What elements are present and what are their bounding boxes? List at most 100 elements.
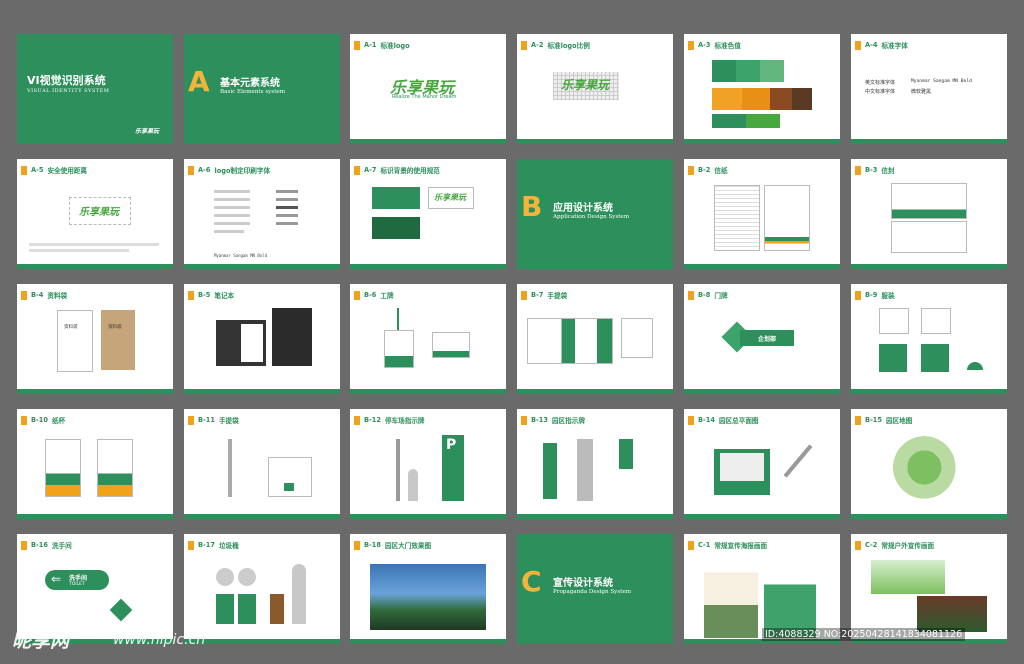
page-name: 纸杯 xyxy=(51,417,66,425)
pen xyxy=(228,439,232,497)
page-name: 资料袋 xyxy=(47,292,68,300)
page-card-b5[interactable]: B-5 笔记本 xyxy=(184,284,340,394)
section-b-card[interactable]: B 应用设计系统 Application Design System xyxy=(517,159,673,269)
card-footer-bar xyxy=(350,264,506,269)
cover-card[interactable]: VI视觉识别系统 VISUAL IDENTITY SYSTEM 乐享果玩 xyxy=(17,34,173,144)
page-card-b8[interactable]: B-8 门牌 企划部 xyxy=(684,284,840,394)
section-a-letter: A xyxy=(188,65,210,98)
page-card-b17[interactable]: B-17 垃圾桶 xyxy=(184,534,340,644)
page-header: B-8 门牌 xyxy=(688,290,728,300)
header-tag xyxy=(21,415,27,425)
restroom-arrow-icon: ⇐ xyxy=(51,572,62,586)
page-header: B-15 园区地图 xyxy=(855,415,912,425)
header-tag xyxy=(521,40,527,50)
lanyard xyxy=(397,308,399,330)
card-footer-bar xyxy=(517,514,673,519)
cover-subtitle: VISUAL IDENTITY SYSTEM xyxy=(27,88,110,94)
page-header: B-10 纸杯 xyxy=(21,415,65,425)
page-header: B-2 信纸 xyxy=(688,165,728,175)
page-header: A-6 logo制定印刷字体 xyxy=(188,165,270,175)
page-code: C-1 xyxy=(698,541,711,549)
header-tag xyxy=(688,290,694,300)
page-code: B-3 xyxy=(865,166,878,174)
page-code: B-4 xyxy=(31,291,44,299)
page-card-b15[interactable]: B-15 园区地图 xyxy=(851,409,1007,519)
section-c-subtitle: Propaganda Design System xyxy=(553,589,632,595)
page-code: B-12 xyxy=(364,416,381,424)
notebook-closed xyxy=(272,308,312,366)
header-tag xyxy=(688,40,694,50)
page-header: A-4 标准字体 xyxy=(855,40,908,50)
header-tag xyxy=(21,540,27,550)
header-tag xyxy=(188,165,194,175)
page-card-b10[interactable]: B-10 纸杯 xyxy=(17,409,173,519)
page-card-a1[interactable]: A-1 标准logo 乐享果玩 Realize The Manor Dream xyxy=(350,34,506,144)
watermark-url: www.nipic.cn xyxy=(113,632,206,648)
page-card-a4[interactable]: A-4 标准字体 英文标准字体 Myanmar Sangam MN Bold 中文… xyxy=(851,34,1007,144)
page-card-a3[interactable]: A-3 标准色值 xyxy=(684,34,840,144)
page-card-b18[interactable]: B-18 园区大门效果图 xyxy=(350,534,506,644)
paper-cup xyxy=(45,439,81,497)
page-code: B-14 xyxy=(698,416,715,424)
watermark-logo: 昵享网 xyxy=(12,630,70,652)
page-card-b14[interactable]: B-14 园区总平面图 xyxy=(684,409,840,519)
section-a-subtitle: Basic Elements system xyxy=(220,89,286,95)
page-card-b11[interactable]: B-11 手提袋 xyxy=(184,409,340,519)
header-tag xyxy=(688,540,694,550)
header-tag xyxy=(188,290,194,300)
page-name: 标准logo比例 xyxy=(547,42,590,50)
letter-paper xyxy=(764,185,810,251)
folder-white-label: 资料袋 xyxy=(64,325,78,330)
door-sign-label: 企划部 xyxy=(758,336,777,343)
page-card-b12[interactable]: B-12 停车场指示牌 P xyxy=(350,409,506,519)
section-c-letter: C xyxy=(521,565,542,598)
page-card-b9[interactable]: B-9 服装 xyxy=(851,284,1007,394)
color-swatch xyxy=(792,88,812,110)
page-header: B-9 服装 xyxy=(855,290,895,300)
page-code: B-5 xyxy=(198,291,211,299)
section-c-card[interactable]: C 宣传设计系统 Propaganda Design System xyxy=(517,534,673,644)
card-footer-bar xyxy=(350,514,506,519)
sign-pole xyxy=(396,439,400,501)
page-name: 手提袋 xyxy=(547,292,568,300)
poster xyxy=(704,556,758,638)
page-header: B-13 园区指示牌 xyxy=(521,415,585,425)
site-plan-arm xyxy=(783,444,813,478)
page-name: 标准色值 xyxy=(714,42,741,50)
bag-mockup xyxy=(621,318,653,358)
page-code: A-1 xyxy=(364,41,377,49)
page-name: 园区指示牌 xyxy=(551,417,585,425)
page-card-b7[interactable]: B-7 手提袋 xyxy=(517,284,673,394)
section-a-card[interactable]: A 基本元素系统 Basic Elements system xyxy=(184,34,340,144)
page-code: B-2 xyxy=(698,166,711,174)
section-c-title: 宣传设计系统 xyxy=(553,578,613,589)
folder-kraft-label: 资料袋 xyxy=(108,325,122,330)
card-footer-bar xyxy=(517,389,673,394)
page-header: B-4 资料袋 xyxy=(21,290,67,300)
page-card-a5[interactable]: A-5 安全使用距离 乐享果玩 xyxy=(17,159,173,269)
page-card-b13[interactable]: B-13 园区指示牌 xyxy=(517,409,673,519)
header-tag xyxy=(855,415,861,425)
page-card-a2[interactable]: A-2 标准logo比例 乐享果玩 xyxy=(517,34,673,144)
page-name: 常规宣传海报画面 xyxy=(714,542,768,550)
header-tag xyxy=(855,290,861,300)
page-header: B-11 手提袋 xyxy=(188,415,239,425)
notebook-page xyxy=(241,324,263,362)
description-line xyxy=(29,243,159,246)
card-footer-bar xyxy=(684,514,840,519)
page-card-b4[interactable]: B-4 资料袋 资料袋 资料袋 xyxy=(17,284,173,394)
page-card-b2[interactable]: B-2 信纸 xyxy=(684,159,840,269)
page-card-a6[interactable]: A-6 logo制定印刷字体 Myanmar Sangam MN Bold xyxy=(184,159,340,269)
page-code: B-16 xyxy=(31,541,48,549)
page-card-a7[interactable]: A-7 标识背景的使用规范 乐享果玩 xyxy=(350,159,506,269)
font-en-label: 英文标准字体 xyxy=(865,80,896,86)
page-card-b6[interactable]: B-6 工牌 xyxy=(350,284,506,394)
page-code: B-17 xyxy=(198,541,215,549)
page-name: 服装 xyxy=(881,292,895,300)
badge-horizontal xyxy=(432,332,470,358)
paper-cup xyxy=(97,439,133,497)
pen-holder-logo xyxy=(284,483,294,491)
page-code: B-8 xyxy=(698,291,711,299)
card-footer-bar xyxy=(184,639,340,644)
page-card-b3[interactable]: B-3 信封 xyxy=(851,159,1007,269)
